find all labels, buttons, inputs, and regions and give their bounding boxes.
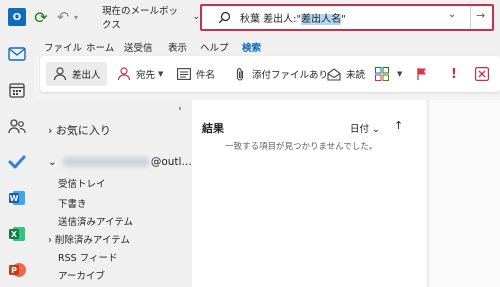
has-attachments-button[interactable]: 添付ファイルあり [232, 62, 328, 86]
flag-icon [414, 66, 430, 82]
search-go-arrow-icon[interactable]: → [476, 9, 485, 22]
search-icon [218, 11, 231, 24]
tab-help[interactable]: ヘルプ [200, 40, 229, 54]
undo-dropdown-icon[interactable]: ▾ [71, 8, 81, 26]
person-icon [52, 66, 68, 82]
results-title: 結果 [202, 122, 224, 135]
tab-search[interactable]: 検索 [242, 40, 262, 58]
folder-deleted[interactable]: › 削除済みアイテム [48, 232, 130, 246]
important-button[interactable]: ! [446, 62, 466, 86]
flagged-button[interactable] [414, 62, 434, 86]
favorites-label: お気に入り [55, 124, 111, 137]
from-button[interactable]: 差出人 [46, 62, 107, 86]
svg-text:P: P [11, 266, 17, 275]
account-suffix: @outl… [150, 156, 192, 168]
ribbon-tabs: ファイル ホーム 送受信 表示 ヘルプ 検索 [34, 34, 500, 58]
search-divider [470, 6, 471, 29]
from-label: 差出人 [72, 70, 101, 81]
search-query[interactable]: 秋葉 差出人:"差出人名" [240, 10, 346, 25]
svg-text:X: X [11, 230, 18, 239]
subject-label: 件名 [196, 70, 216, 81]
person-to-icon [116, 66, 132, 82]
has-attachments-label: 添付ファイルあり [252, 70, 329, 81]
no-results-message: 一致する項目が見つかりませんでした。 [225, 142, 378, 152]
chevron-down-icon: ▼ [397, 70, 403, 78]
excel-icon[interactable]: X [7, 224, 27, 244]
collapse-pane-icon[interactable]: ‹ [178, 104, 182, 114]
categories-icon [374, 66, 390, 82]
calendar-icon[interactable] [7, 80, 27, 100]
to-label: 宛先 [136, 70, 156, 81]
chevron-right-icon: › [48, 124, 53, 137]
powerpoint-icon[interactable]: P [7, 260, 27, 280]
subject-icon [176, 66, 192, 82]
chevron-down-icon: ⌄ [372, 124, 381, 135]
folder-drafts[interactable]: 下書き [58, 196, 87, 210]
search-query-suffix: " [341, 14, 346, 25]
tab-view[interactable]: 表示 [168, 40, 187, 54]
folder-deleted-label: 削除済みアイテム [54, 235, 130, 246]
chevron-down-icon: ▼ [158, 70, 164, 78]
search-options-dropdown-icon[interactable]: ⌄ [448, 9, 456, 20]
search-box[interactable]: 秋葉 差出人:"差出人名" ⌄ → [200, 4, 494, 31]
tab-send-receive[interactable]: 送受信 [124, 40, 153, 54]
categorize-button[interactable]: ▼ [374, 62, 402, 86]
sort-dropdown[interactable]: 日付 ⌄ [350, 121, 380, 135]
title-bar: O ⟳ ↶ ▾ 現在のメールボックス ⌄ 秋葉 差出人:"差出人名" ⌄ → [0, 0, 500, 34]
paperclip-icon [232, 66, 248, 82]
folder-sent[interactable]: 送信済みアイテム [58, 214, 133, 228]
svg-text:W: W [10, 194, 19, 203]
close-search-icon [474, 66, 490, 82]
unread-label: 未読 [346, 70, 366, 81]
app-rail: W X P [0, 34, 34, 287]
reading-pane [428, 100, 500, 287]
account-name-redacted [62, 157, 149, 167]
to-button[interactable]: 宛先 ▼ [116, 62, 163, 86]
sort-direction-icon[interactable]: ↑ [394, 119, 403, 132]
close-search-button[interactable] [474, 62, 494, 86]
importance-icon: ! [451, 66, 457, 82]
envelope-open-icon [326, 66, 342, 82]
account-header[interactable]: ⌄ @outl… [48, 156, 192, 168]
search-ribbon: 差出人 宛先 ▼ 件名 添付ファイルあり 未読 ▼ ! [40, 56, 500, 92]
word-icon[interactable]: W [7, 188, 27, 208]
chevron-down-icon: ⌄ [192, 12, 200, 22]
subject-button[interactable]: 件名 [176, 62, 215, 86]
sort-label: 日付 [350, 124, 370, 135]
outlook-logo: O [8, 8, 26, 26]
search-query-highlighted: 差出人名 [301, 14, 342, 25]
chevron-right-icon: › [48, 235, 52, 246]
folder-archive[interactable]: アーカイブ [58, 268, 105, 282]
unread-button[interactable]: 未読 [326, 62, 365, 86]
folder-pane: ‹ › お気に入り ⌄ @outl… 受信トレイ 下書き 送信済みアイテム › … [34, 100, 192, 287]
undo-icon[interactable]: ↶ [54, 8, 72, 26]
search-scope-dropdown[interactable]: 現在のメールボックス ⌄ [96, 6, 200, 31]
search-query-prefix: 秋葉 差出人:" [240, 14, 302, 25]
todo-icon[interactable] [7, 152, 27, 172]
tab-file[interactable]: ファイル [44, 40, 82, 54]
people-icon[interactable] [7, 116, 27, 136]
folder-inbox[interactable]: 受信トレイ [58, 176, 106, 190]
search-scope-label: 現在のメールボックス [102, 6, 179, 31]
message-list: 結果 日付 ⌄ ↑ 一致する項目が見つかりませんでした。 [192, 100, 426, 287]
sync-icon[interactable]: ⟳ [32, 8, 50, 27]
chevron-down-icon: ⌄ [48, 156, 57, 168]
tab-home[interactable]: ホーム [86, 40, 114, 54]
mail-icon[interactable] [7, 44, 27, 64]
folder-rss[interactable]: RSS フィード [58, 250, 118, 264]
favorites-header[interactable]: › お気に入り [48, 122, 111, 138]
